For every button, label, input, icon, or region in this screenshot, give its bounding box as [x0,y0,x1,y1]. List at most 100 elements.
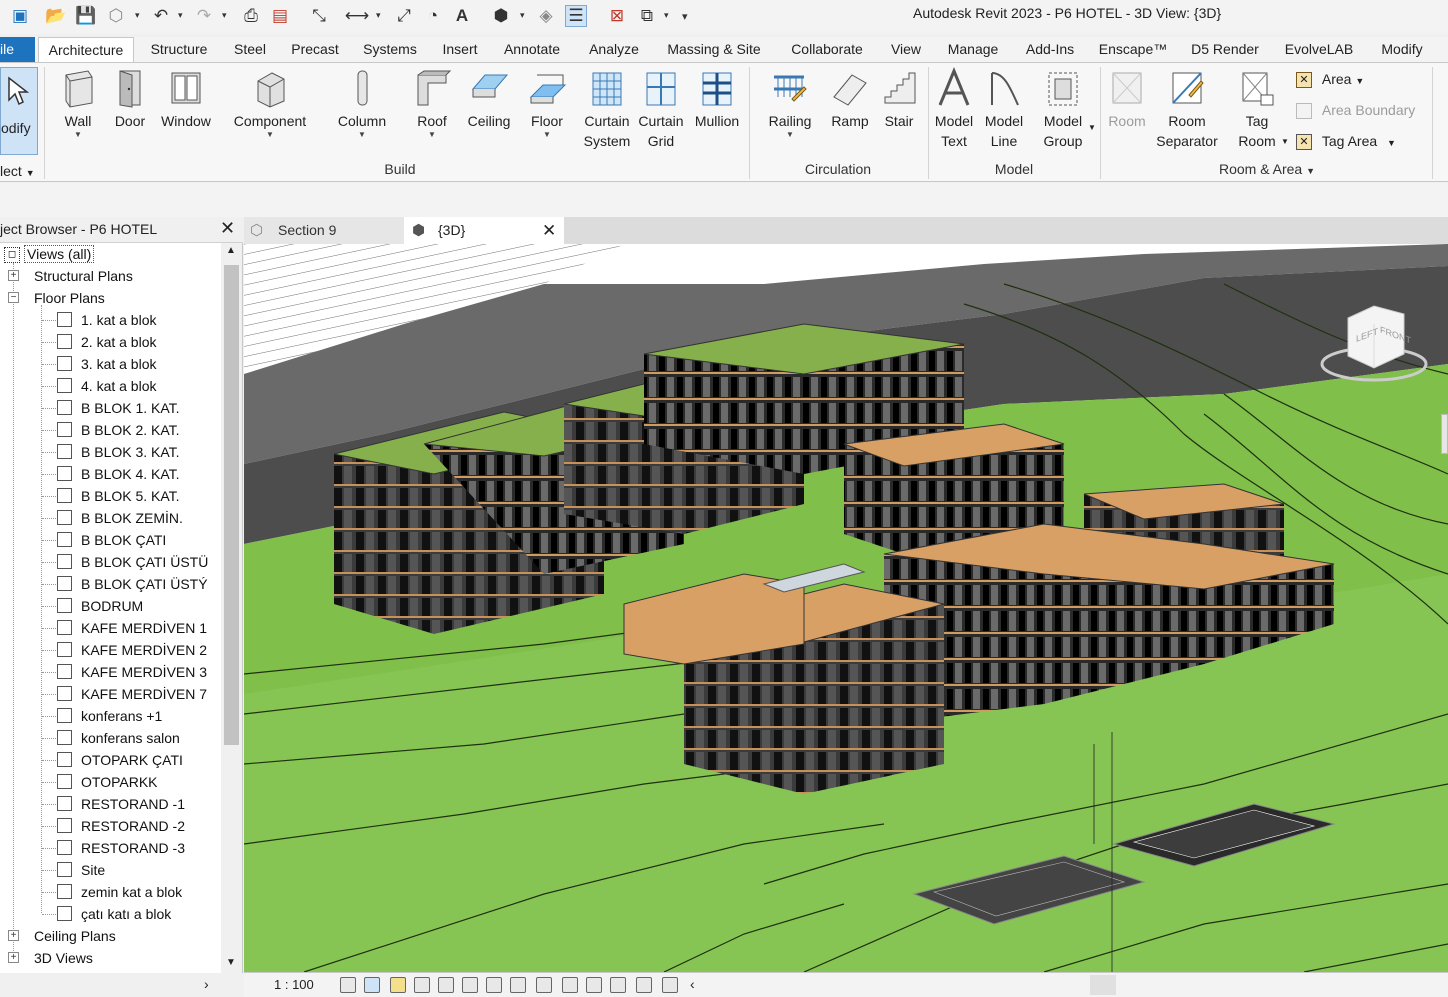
tree-floor-plan-item[interactable]: 2. kat a blok [81,331,157,353]
revit-logo-icon[interactable]: ▣ [9,5,31,27]
component-button[interactable]: Component ▼ [228,67,312,139]
collapse-icon[interactable]: − [8,292,19,303]
lock-3d-icon[interactable] [510,977,526,993]
door-button[interactable]: Door [110,67,150,131]
tab-manage[interactable]: Manage [941,37,1005,62]
crop-view-icon[interactable] [462,977,478,993]
tree-floor-plan-item[interactable]: OTOPARKK [81,771,158,793]
hscroll-thumb[interactable] [1090,975,1116,995]
railing-button[interactable]: Railing ▼ [762,67,818,139]
scroll-right-icon[interactable]: › [204,976,209,992]
ceiling-button[interactable]: Ceiling [462,67,516,131]
tree-structural-plans[interactable]: Structural Plans [34,265,133,287]
navigation-bar[interactable] [1441,414,1448,454]
angular-icon[interactable]: ◔ [422,5,444,27]
mullion-button[interactable]: Mullion [690,67,744,131]
dimension-dropdown-icon[interactable]: ▾ [376,10,384,20]
area-boundary-button[interactable]: Area Boundary [1296,102,1415,120]
tree-floor-plan-item[interactable]: B BLOK 2. KAT. [81,419,180,441]
3d-view-dropdown-icon[interactable]: ▾ [520,10,528,20]
switch-windows-dropdown-icon[interactable]: ▾ [664,10,672,20]
redo-icon[interactable]: ↷ [193,5,215,27]
tab-section-9[interactable]: ⬡ Section 9 [244,217,404,244]
model-line-button[interactable]: Model Line [982,67,1026,151]
project-browser-hscroll[interactable]: › [0,973,243,997]
select-dropdown[interactable]: lect ▼ [0,163,35,179]
tree-floor-plan-item[interactable]: konferans salon [81,727,180,749]
redo-dropdown-icon[interactable]: ▾ [222,10,230,20]
tab-steel[interactable]: Steel [228,37,272,62]
tab-modify[interactable]: Modify [1372,37,1432,62]
tab-evolvelab[interactable]: EvolveLAB [1278,37,1360,62]
linear-icon[interactable]: ⤢ [393,5,415,27]
tag-room-caret-icon[interactable]: ▼ [1281,137,1289,146]
print-icon[interactable]: ⎙ [240,5,262,27]
tree-floor-plan-item[interactable]: B BLOK 1. KAT. [81,397,180,419]
window-button[interactable]: Window [157,67,215,131]
tab-enscape[interactable]: Enscape™ [1094,37,1172,62]
tree-3d-views[interactable]: 3D Views [34,947,93,969]
analytical-model-icon[interactable] [610,977,626,993]
default-3d-view-icon[interactable]: ⬢ [490,5,512,27]
measure-icon[interactable]: ⤡ [308,5,330,27]
temporary-hide-icon[interactable] [536,977,552,993]
tab-architecture[interactable]: Architecture [38,37,134,62]
curtain-system-button[interactable]: Curtain System [578,67,636,151]
tab-view[interactable]: View [884,37,928,62]
tree-floor-plan-item[interactable]: B BLOK 3. KAT. [81,441,180,463]
tab-collaborate[interactable]: Collaborate [782,37,872,62]
tree-floor-plan-item[interactable]: RESTORAND -1 [81,793,185,815]
tree-ceiling-plans[interactable]: Ceiling Plans [34,925,116,947]
tree-floor-plan-item[interactable]: Site [81,859,105,881]
scroll-left-icon[interactable]: ‹ [690,976,695,992]
3d-view-canvas[interactable]: LEFT FRONT [244,244,1448,972]
panel-title-room-area[interactable]: Room & Area ▼ [1212,161,1322,177]
tree-floor-plan-item[interactable]: 1. kat a blok [81,309,157,331]
shadows-icon[interactable] [414,977,430,993]
wall-button[interactable]: Wall ▼ [54,67,102,139]
sync-icon[interactable]: ⬡ [105,5,127,27]
tag-area-button[interactable]: ✕ Tag Area ▼ [1296,133,1396,151]
tree-floor-plan-item[interactable]: çatı katı a blok [81,903,171,925]
show-crop-icon[interactable] [486,977,502,993]
undo-icon[interactable]: ↶ [150,5,172,27]
close-tab-icon[interactable]: ✕ [542,217,556,244]
scroll-down-icon[interactable]: ▼ [226,957,236,968]
room-separator-button[interactable]: Room Separator [1152,67,1222,151]
tab-structure[interactable]: Structure [143,37,215,62]
stair-button[interactable]: Stair [876,67,922,131]
open-icon[interactable]: 📂 [45,5,67,27]
expand-icon[interactable]: + [8,270,19,281]
curtain-grid-button[interactable]: Curtain Grid [636,67,686,151]
tab-add-ins[interactable]: Add-Ins [1018,37,1082,62]
view-scale[interactable]: 1 : 100 [274,977,314,992]
tree-floor-plan-item[interactable]: RESTORAND -2 [81,815,185,837]
tab-file[interactable]: ile [0,37,35,62]
tree-floor-plans[interactable]: Floor Plans [34,287,105,309]
ramp-button[interactable]: Ramp [826,67,874,131]
tree-floor-plan-item[interactable]: B BLOK ZEMİN. [81,507,183,529]
modify-button[interactable]: odify [0,67,38,155]
tree-floor-plan-item[interactable]: KAFE MERDİVEN 7 [81,683,207,705]
export-pdf-icon[interactable]: ▤ [269,5,291,27]
model-group-caret-icon[interactable]: ▼ [1088,123,1096,132]
tree-floor-plan-item[interactable]: B BLOK ÇATI [81,529,166,551]
sun-path-icon[interactable] [390,977,406,993]
tree-floor-plan-item[interactable]: KAFE MERDİVEN 1 [81,617,207,639]
tab-analyze[interactable]: Analyze [582,37,646,62]
tab-3d-view[interactable]: ⬢ {3D} ✕ [404,217,564,244]
tag-room-button[interactable]: Tag Room [1232,67,1282,151]
reveal-hidden-icon[interactable] [562,977,578,993]
expand-icon[interactable]: + [8,930,19,941]
scrollbar-thumb[interactable] [224,265,239,745]
reveal-constraints-icon[interactable] [662,977,678,993]
tree-floor-plan-item[interactable]: konferans +1 [81,705,162,727]
customize-qat-icon[interactable]: ▾ [682,10,690,23]
tab-insert[interactable]: Insert [436,37,484,62]
area-button[interactable]: ✕ Area ▼ [1296,71,1364,89]
tree-floor-plan-item[interactable]: KAFE MERDİVEN 3 [81,661,207,683]
close-icon[interactable]: ✕ [220,218,235,239]
highlight-displacement-icon[interactable] [636,977,652,993]
close-hidden-windows-icon[interactable]: ⊠ [606,5,628,27]
roof-button[interactable]: Roof ▼ [408,67,456,139]
